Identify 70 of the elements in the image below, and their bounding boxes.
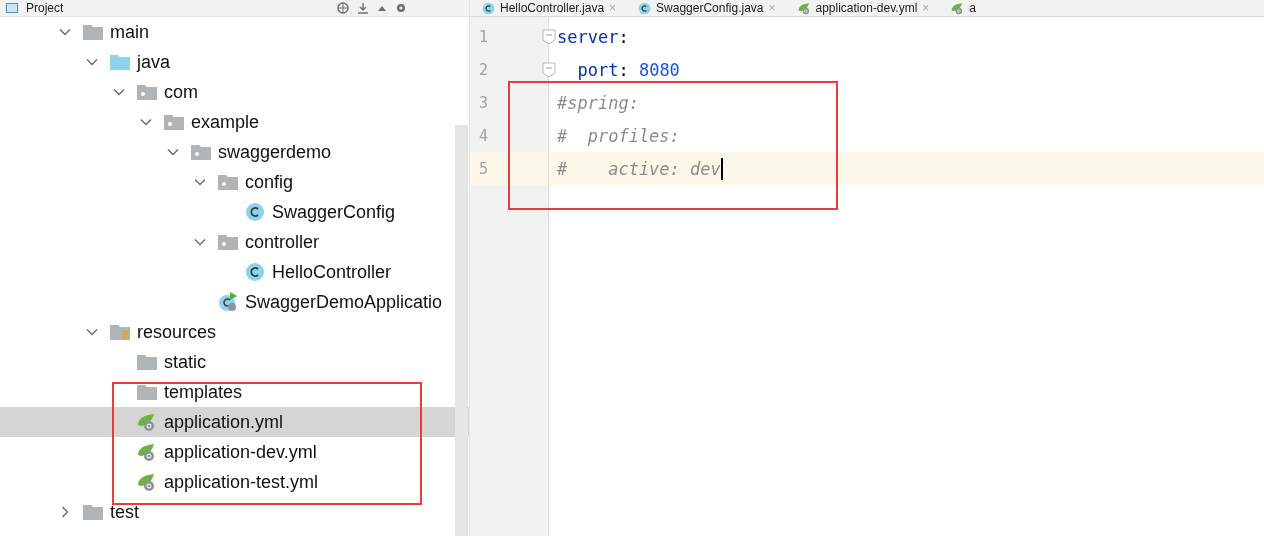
package-folder-icon bbox=[137, 84, 157, 100]
chevron-down-icon[interactable] bbox=[59, 26, 71, 38]
settings-icon[interactable] bbox=[395, 2, 407, 14]
fold-marker-icon[interactable] bbox=[542, 61, 556, 78]
tree-item[interactable]: application-test.yml bbox=[0, 467, 469, 497]
package-folder-icon bbox=[218, 234, 238, 250]
triangle-up-icon[interactable] bbox=[377, 4, 387, 12]
tree-item[interactable]: config bbox=[0, 167, 469, 197]
chevron-down-icon[interactable] bbox=[167, 146, 179, 158]
package-folder-icon bbox=[218, 174, 238, 190]
code-line: # profiles: bbox=[557, 125, 680, 146]
folder-icon bbox=[83, 24, 103, 40]
tree-item[interactable]: HelloController bbox=[0, 257, 469, 287]
tree-item[interactable]: resources bbox=[0, 317, 469, 347]
tree-item[interactable]: templates bbox=[0, 377, 469, 407]
scrollbar[interactable] bbox=[455, 125, 468, 536]
globe-icon[interactable] bbox=[337, 2, 349, 14]
editor-tab[interactable]: a bbox=[951, 1, 977, 15]
folder-icon bbox=[137, 384, 157, 400]
spring-leaf-icon bbox=[137, 442, 157, 462]
tree-item[interactable]: static bbox=[0, 347, 469, 377]
line-number: 2 bbox=[479, 60, 489, 79]
tree-item[interactable]: application.yml bbox=[0, 407, 469, 437]
resource-folder-icon bbox=[110, 324, 130, 340]
tree-item[interactable]: controller bbox=[0, 227, 469, 257]
chevron-down-icon[interactable] bbox=[113, 86, 125, 98]
text-caret bbox=[720, 157, 723, 180]
spring-leaf-icon bbox=[951, 1, 965, 15]
package-folder-icon bbox=[191, 144, 211, 160]
chevron-down-icon[interactable] bbox=[194, 236, 206, 248]
spring-leaf-icon bbox=[137, 472, 157, 492]
editor-tab[interactable]: HelloController.java × bbox=[482, 1, 617, 15]
fold-marker-icon[interactable] bbox=[542, 28, 556, 45]
chevron-down-icon[interactable] bbox=[86, 326, 98, 338]
spring-leaf-icon bbox=[797, 1, 811, 15]
tree-item[interactable]: application-dev.yml bbox=[0, 437, 469, 467]
line-number: 1 bbox=[479, 27, 489, 46]
spring-leaf-icon bbox=[137, 412, 157, 432]
tree-item[interactable]: java bbox=[0, 47, 469, 77]
package-folder-icon bbox=[164, 114, 184, 130]
chevron-down-icon[interactable] bbox=[140, 116, 152, 128]
tree-item[interactable]: swaggerdemo bbox=[0, 137, 469, 167]
code-line: # active: dev bbox=[557, 157, 723, 180]
line-number: 3 bbox=[479, 93, 489, 112]
class-icon bbox=[638, 1, 652, 15]
code-line: #spring: bbox=[557, 92, 639, 113]
chevron-down-icon[interactable] bbox=[194, 176, 206, 188]
project-title[interactable]: Project bbox=[26, 1, 64, 15]
chevron-down-icon[interactable] bbox=[86, 56, 98, 68]
line-number: 5 bbox=[479, 159, 489, 178]
folder-icon bbox=[110, 54, 130, 70]
class-icon bbox=[245, 262, 265, 282]
tree-item[interactable]: SwaggerConfig bbox=[0, 197, 469, 227]
chevron-right-icon[interactable] bbox=[59, 506, 71, 518]
folder-icon bbox=[137, 354, 157, 370]
class-icon bbox=[245, 202, 265, 222]
project-icon bbox=[6, 3, 18, 13]
code-line: server: bbox=[557, 26, 629, 47]
tree-item[interactable]: com bbox=[0, 77, 469, 107]
editor-tab[interactable]: application-dev.yml × bbox=[797, 1, 930, 15]
tree-item[interactable]: main bbox=[0, 17, 469, 47]
line-number: 4 bbox=[479, 126, 489, 145]
code-line: port: 8080 bbox=[576, 59, 680, 80]
class-icon bbox=[482, 1, 495, 15]
folder-icon bbox=[83, 504, 103, 520]
tree-item[interactable]: SwaggerDemoApplicatio bbox=[0, 287, 469, 317]
editor-tab[interactable]: SwaggerConfig.java × bbox=[638, 1, 776, 15]
tree-item[interactable]: test bbox=[0, 497, 469, 527]
runnable-class-icon bbox=[218, 292, 238, 312]
tree-item[interactable]: example bbox=[0, 107, 469, 137]
